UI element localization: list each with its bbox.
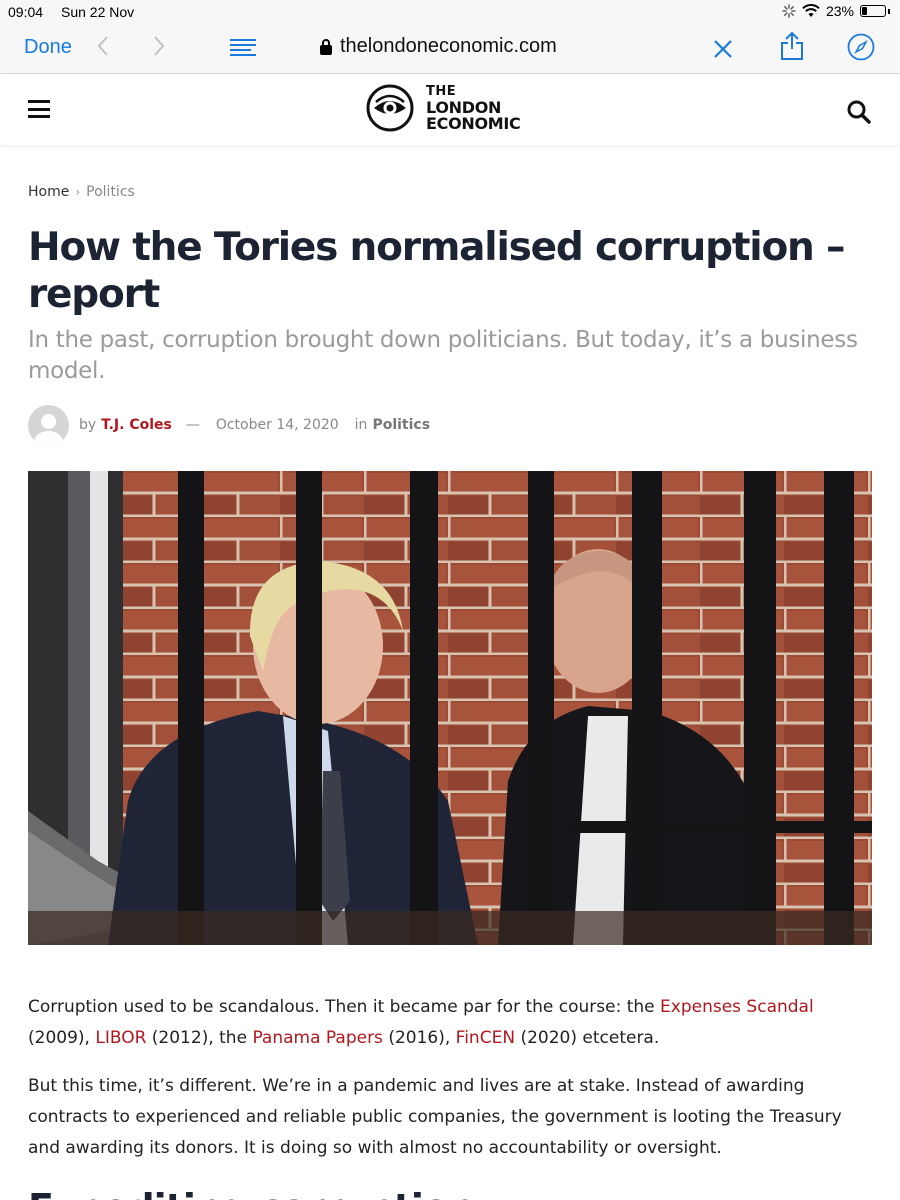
- category-link[interactable]: Politics: [372, 417, 430, 433]
- section-heading: Expediting corruption: [28, 1186, 475, 1200]
- breadcrumb-home[interactable]: Home: [28, 184, 69, 200]
- link-expenses-scandal[interactable]: Expenses Scandal: [660, 997, 814, 1017]
- breadcrumb: Home › Politics: [28, 184, 135, 200]
- text-run: (2012), the: [146, 1028, 253, 1048]
- article-subtitle: In the past, corruption brought down pol…: [28, 327, 858, 384]
- hero-image: [28, 471, 872, 945]
- status-date: Sun 22 Nov: [61, 4, 135, 20]
- meta-dash: —: [185, 417, 200, 433]
- author-link[interactable]: T.J. Coles: [101, 417, 172, 433]
- activity-spinner-icon: [782, 4, 796, 18]
- close-icon[interactable]: [712, 32, 734, 67]
- text-run: (2009),: [28, 1028, 96, 1048]
- breadcrumb-separator: ›: [75, 185, 81, 199]
- site-logo[interactable]: THE LONDON ECONOMIC: [366, 84, 521, 133]
- site-header: THE LONDON ECONOMIC: [0, 75, 900, 145]
- chevron-right-icon[interactable]: [152, 34, 166, 65]
- status-time: 09:04: [8, 4, 44, 20]
- avatar[interactable]: [28, 404, 69, 446]
- meta-by: by: [79, 417, 97, 433]
- text-run: Corruption used to be scandalous. Then i…: [28, 997, 661, 1017]
- url-text: thelondoneconomic.com: [340, 35, 557, 57]
- lock-icon: [320, 38, 332, 55]
- link-fincen[interactable]: FinCEN: [456, 1028, 515, 1048]
- browser-toolbar: Done thelondoneconomic.com: [0, 24, 900, 99]
- search-icon[interactable]: [846, 99, 872, 125]
- link-panama-papers[interactable]: Panama Papers: [252, 1028, 382, 1048]
- eye-logo-icon: [366, 84, 414, 132]
- status-bar: 09:04 Sun 22 Nov 23%: [0, 0, 900, 24]
- page-title: How the Tories normalised corruption – r…: [28, 225, 845, 317]
- link-libor[interactable]: LIBOR: [95, 1028, 146, 1048]
- text-run: (2016),: [382, 1028, 456, 1048]
- text-run: (2020) etcetera.: [515, 1028, 660, 1048]
- share-icon[interactable]: [780, 31, 804, 61]
- battery-icon: [860, 5, 886, 17]
- meta-in: in: [354, 417, 368, 433]
- paragraph-2: But this time, it’s different. We’re in …: [28, 1076, 842, 1158]
- address-bar[interactable]: thelondoneconomic.com: [320, 35, 557, 58]
- logo-wordmark: THE LONDON ECONOMIC: [426, 84, 521, 133]
- done-button[interactable]: Done: [24, 36, 72, 59]
- wifi-icon: [802, 4, 820, 17]
- article-meta: by T.J. Coles — October 14, 2020 in Poli…: [28, 404, 430, 446]
- logo-line-3: ECONOMIC: [426, 114, 521, 133]
- breadcrumb-current[interactable]: Politics: [86, 184, 135, 200]
- battery-percent: 23%: [825, 3, 854, 19]
- hamburger-icon[interactable]: [28, 100, 50, 118]
- compass-icon[interactable]: [847, 33, 875, 61]
- paragraph-1: Corruption used to be scandalous. Then i…: [28, 992, 878, 1054]
- chevron-left-icon[interactable]: [96, 34, 110, 65]
- status-indicators: 23%: [782, 3, 890, 19]
- publish-date: October 14, 2020: [215, 417, 339, 433]
- reader-view-icon[interactable]: [230, 39, 256, 57]
